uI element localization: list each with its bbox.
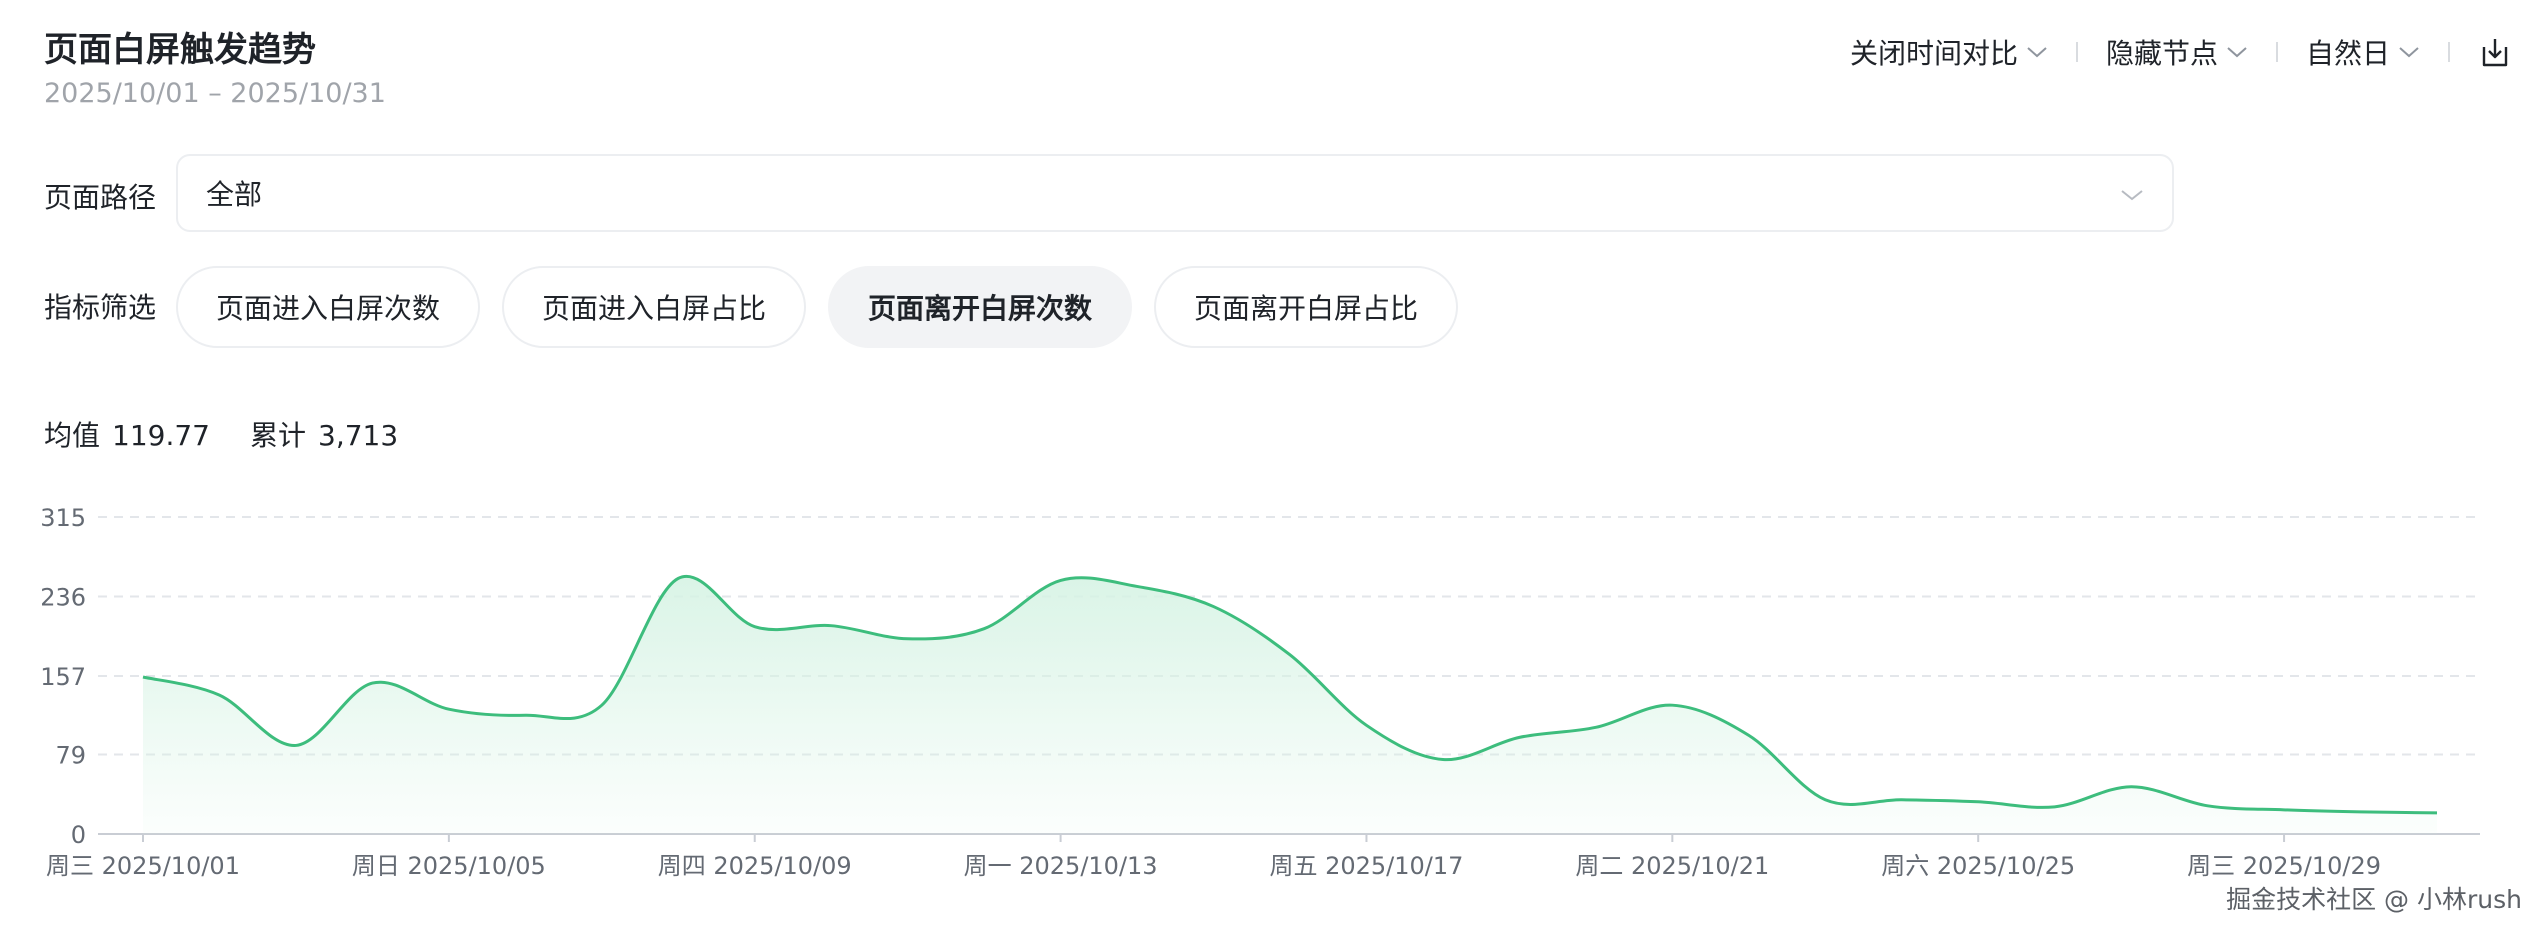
hide-nodes-label: 隐藏节点 (2105, 37, 2218, 70)
x-tick-label: 周五 2025/10/17 (1269, 852, 1463, 880)
x-tick-label: 周三 2025/10/29 (2187, 852, 2381, 880)
average-value: 119.77 (112, 419, 210, 452)
chevron-down-icon (2399, 47, 2419, 58)
y-tick-label: 315 (40, 504, 86, 532)
metric-chip[interactable]: 页面进入白屏次数 (176, 266, 481, 348)
toolbar-divider (2448, 42, 2450, 62)
toolbar-divider (2075, 42, 2078, 62)
chevron-down-icon (2227, 47, 2247, 58)
path-select[interactable]: 全部 (176, 154, 2174, 232)
metric-chip[interactable]: 页面离开白屏占比 (1154, 266, 1459, 348)
granularity-label: 自然日 (2305, 37, 2390, 70)
metric-chips: 页面进入白屏次数 页面进入白屏占比 页面离开白屏次数 页面离开白屏占比 (176, 266, 1480, 348)
toolbar: 关闭时间对比 隐藏节点 自然日 (1850, 30, 2512, 74)
time-compare-dropdown[interactable]: 关闭时间对比 (1850, 32, 2048, 72)
x-tick-label: 周日 2025/10/05 (352, 852, 546, 880)
path-select-value: 全部 (206, 178, 263, 211)
x-tick-label: 周四 2025/10/09 (658, 852, 852, 880)
chevron-down-icon (2121, 190, 2143, 201)
metric-chip[interactable]: 页面离开白屏次数 (828, 266, 1133, 348)
chevron-down-icon (2027, 47, 2047, 58)
x-tick-label: 周二 2025/10/21 (1575, 852, 1769, 880)
x-tick-label: 周一 2025/10/13 (964, 852, 1158, 880)
x-tick-label: 周六 2025/10/25 (1881, 852, 2075, 880)
date-range: 2025/10/01 – 2025/10/31 (44, 78, 386, 109)
export-icon[interactable] (2478, 35, 2512, 69)
hide-nodes-dropdown[interactable]: 隐藏节点 (2106, 32, 2248, 72)
watermark: 掘金技术社区 @ 小林rush (2226, 885, 2522, 914)
y-tick-label: 236 (40, 584, 86, 612)
average-stat: 均值 119.77 (44, 414, 210, 454)
total-value: 3,713 (318, 419, 399, 452)
trend-chart: 0 79 157 236 315 周三 2025/10/01 周日 2025/10/05 周四… (40, 504, 2480, 880)
metric-chip[interactable]: 页面进入白屏占比 (502, 266, 807, 348)
toolbar-divider (2275, 42, 2278, 62)
x-tick-label: 周三 2025/10/01 (46, 852, 240, 880)
page-title: 页面白屏触发趋势 (44, 30, 316, 70)
y-tick-label: 0 (71, 821, 86, 849)
y-tick-label: 79 (55, 741, 86, 769)
average-label: 均值 (44, 419, 101, 452)
path-filter-label: 页面路径 (44, 181, 157, 214)
metric-filter-label: 指标筛选 (44, 291, 157, 324)
total-label: 累计 (250, 419, 307, 452)
y-tick-label: 157 (40, 663, 86, 691)
granularity-dropdown[interactable]: 自然日 (2306, 32, 2420, 72)
summary-stats: 均值 119.77 累计 3,713 (44, 414, 438, 454)
time-compare-label: 关闭时间对比 (1849, 37, 2018, 70)
total-stat: 累计 3,713 (250, 414, 398, 454)
